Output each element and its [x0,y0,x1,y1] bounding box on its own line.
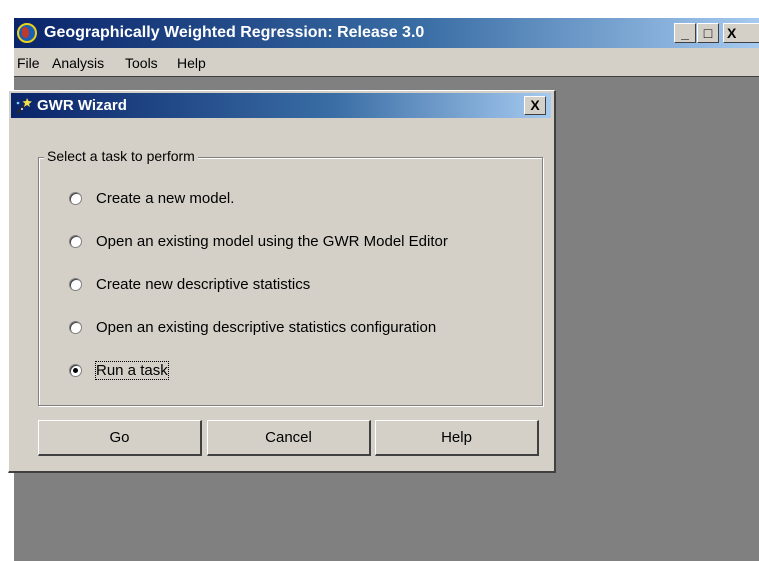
maximize-button[interactable]: □ [697,23,719,43]
minimize-button[interactable]: _ [674,23,696,43]
go-button[interactable]: Go [38,420,202,456]
task-groupbox: Select a task to perform Create a new mo… [38,148,543,406]
gwr-wizard-dialog: GWR Wizard X Select a task to perform Cr… [8,90,556,473]
radio-open-stats[interactable] [69,321,82,334]
app-title: Geographically Weighted Regression: Rele… [44,24,425,41]
dialog-title-bar[interactable]: GWR Wizard X [11,93,551,118]
option-label: Create a new model. [96,190,235,207]
radio-run-task[interactable] [69,364,82,377]
wizard-icon [16,98,32,114]
dialog-title: GWR Wizard [37,97,127,114]
menu-file[interactable]: File [17,55,40,71]
cancel-button[interactable]: Cancel [207,420,371,456]
option-label: Open an existing model using the GWR Mod… [96,233,448,250]
menu-analysis[interactable]: Analysis [52,55,104,71]
radio-create-model[interactable] [69,192,82,205]
option-label: Create new descriptive statistics [96,276,311,293]
group-label: Select a task to perform [44,148,198,164]
radio-create-stats[interactable] [69,278,82,291]
globe-icon [17,23,37,43]
help-button[interactable]: Help [375,420,539,456]
menu-tools[interactable]: Tools [125,55,158,71]
menu-help[interactable]: Help [177,55,206,71]
app-title-bar[interactable]: Geographically Weighted Regression: Rele… [14,18,759,48]
dialog-close-button[interactable]: X [524,96,546,115]
radio-open-model[interactable] [69,235,82,248]
close-button[interactable]: X [723,23,759,43]
option-label: Open an existing descriptive statistics … [96,319,437,336]
option-label: Run a task [95,361,169,380]
